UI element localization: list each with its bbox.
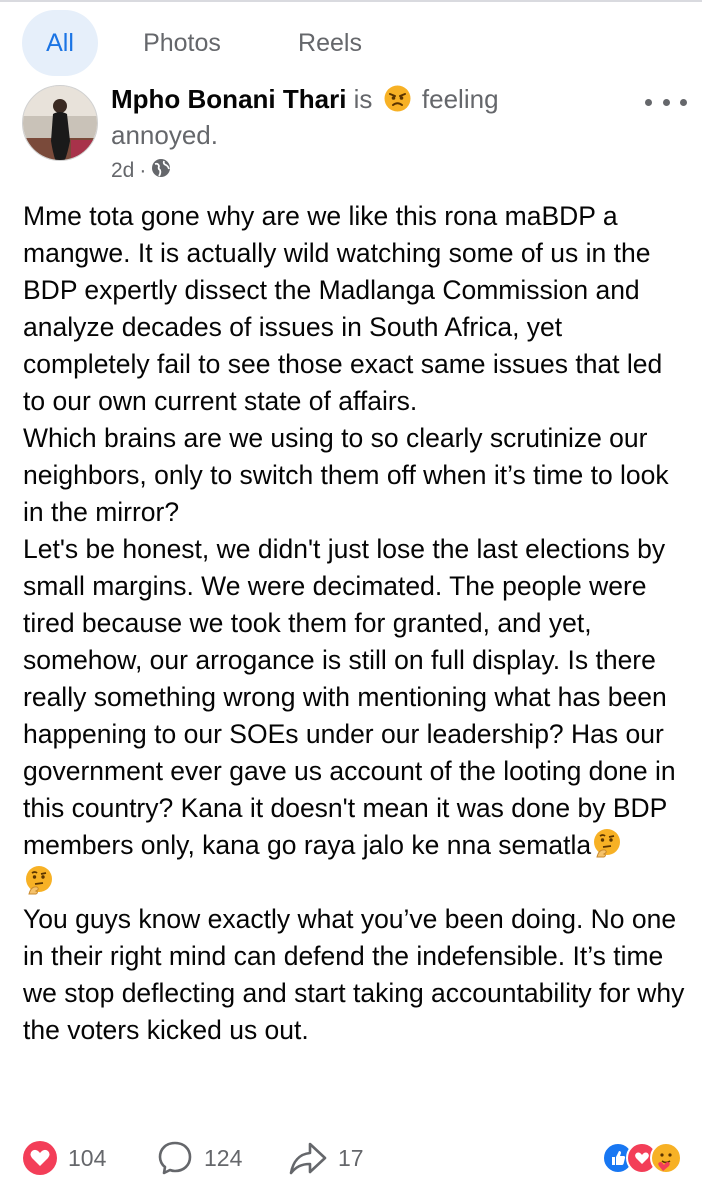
tab-all[interactable]: All xyxy=(22,10,98,76)
like-button[interactable]: 104 xyxy=(22,1138,106,1178)
globe-icon xyxy=(151,158,171,184)
comment-icon xyxy=(158,1141,192,1175)
meta-separator: · xyxy=(139,159,147,182)
author-avatar[interactable] xyxy=(22,85,98,161)
heart-icon xyxy=(23,1141,57,1175)
share-button[interactable]: 17 xyxy=(288,1138,364,1178)
activity-prefix: is xyxy=(353,84,373,114)
filter-tabs: All Photos Reels xyxy=(22,10,394,76)
thinking-face-emoji-icon xyxy=(591,827,623,859)
comment-button[interactable]: 124 xyxy=(156,1138,242,1178)
post-time[interactable]: 2d xyxy=(111,159,134,183)
care-reaction-icon xyxy=(650,1142,682,1174)
post-paragraph: You guys know exactly what you’ve been d… xyxy=(23,904,685,1045)
avatar-photo xyxy=(23,86,97,160)
share-icon xyxy=(289,1142,327,1175)
tab-reels[interactable]: Reels xyxy=(266,10,394,76)
post-body: Mme tota gone why are we like this rona … xyxy=(23,198,688,1049)
reaction-summary[interactable] xyxy=(602,1140,682,1176)
activity-emotion: annoyed. xyxy=(111,120,218,150)
post-paragraph: Mme tota gone why are we like this rona … xyxy=(23,201,663,416)
angry-face-emoji-icon xyxy=(384,85,411,112)
author-line: Mpho Bonani Thari is feeling annoyed. xyxy=(111,81,541,153)
post-paragraph: Which brains are we using to so clearly … xyxy=(23,423,669,527)
share-count: 17 xyxy=(338,1144,364,1171)
post-paragraph: Let's be honest, we didn't just lose the… xyxy=(23,531,688,901)
comment-count: 124 xyxy=(204,1144,243,1171)
activity-feeling: feeling xyxy=(421,84,499,114)
top-divider xyxy=(0,0,702,2)
post-meta: 2d · xyxy=(111,157,171,185)
thinking-face-emoji-icon xyxy=(23,864,55,896)
post-footer: 104 124 17 xyxy=(22,1138,682,1178)
tab-photos[interactable]: Photos xyxy=(98,10,266,76)
post-paragraph-text: Let's be honest, we didn't just lose the… xyxy=(23,534,676,860)
more-options-icon[interactable] xyxy=(645,94,687,110)
like-count: 104 xyxy=(68,1144,107,1171)
author-name[interactable]: Mpho Bonani Thari xyxy=(111,84,346,114)
